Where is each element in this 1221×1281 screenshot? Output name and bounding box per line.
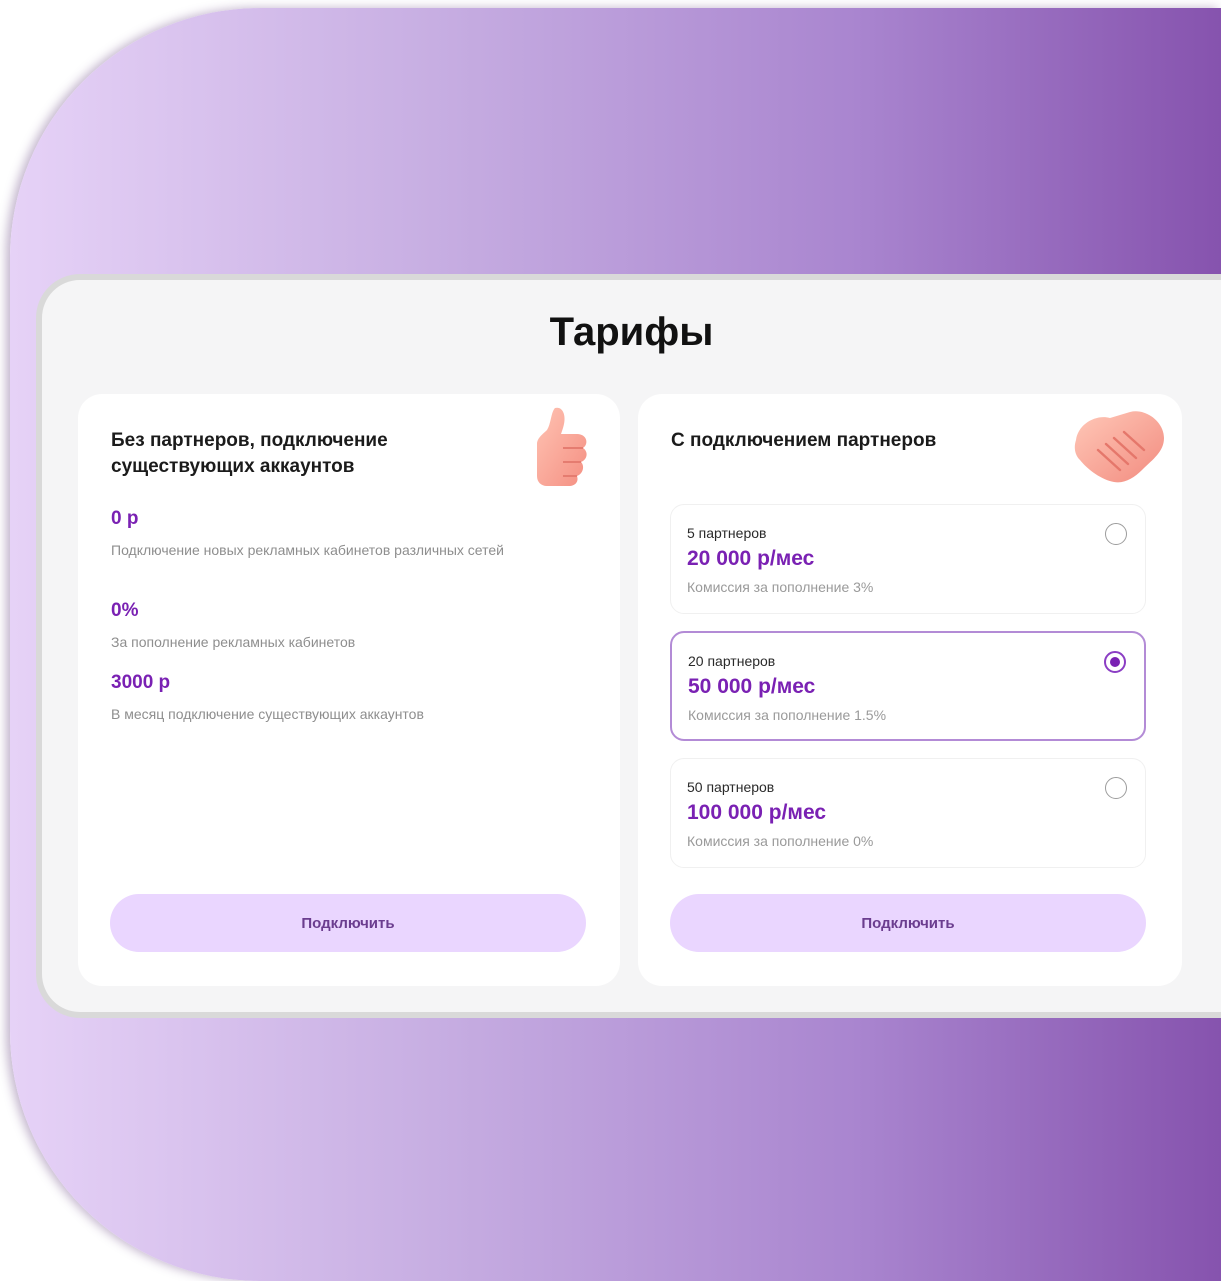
handshake-icon: [1074, 411, 1164, 483]
option-price: 50 000 р/мес: [688, 675, 816, 698]
stat-desc-topup-fee: За пополнение рекламных кабинетов: [111, 634, 356, 650]
option-20-partners[interactable]: 20 партнеров 50 000 р/мес Комиссия за по…: [670, 631, 1146, 741]
radio-50-partners[interactable]: [1105, 777, 1127, 799]
option-price: 100 000 р/мес: [687, 801, 827, 824]
screen: Тарифы Без партнеров, подключение сущест…: [42, 280, 1221, 1012]
option-fee: Комиссия за пополнение 3%: [687, 579, 874, 595]
option-5-partners[interactable]: 5 партнеров 20 000 р/мес Комиссия за поп…: [670, 504, 1146, 614]
stat-value-monthly: 3000 р: [111, 672, 171, 693]
connect-button-with-partners[interactable]: Подключить: [670, 894, 1146, 952]
option-price: 20 000 р/мес: [687, 547, 815, 570]
thumbs-up-icon: [537, 407, 587, 486]
connect-button-no-partners[interactable]: Подключить: [110, 894, 586, 952]
plan-heading: Без партнеров, подключение существующих …: [111, 430, 388, 477]
option-fee: Комиссия за пополнение 0%: [687, 833, 874, 849]
option-name: 50 партнеров: [687, 779, 775, 795]
radio-5-partners[interactable]: [1105, 523, 1127, 545]
option-fee: Комиссия за пополнение 1.5%: [688, 707, 887, 723]
stat-desc-monthly: В месяц подключение существующих аккаунт…: [111, 706, 424, 722]
stat-desc-new-cabinets: Подключение новых рекламных кабинетов ра…: [111, 542, 504, 558]
plan-heading: С подключением партнеров: [671, 430, 937, 451]
option-name: 20 партнеров: [688, 653, 776, 669]
stat-value-new-cabinets: 0 р: [111, 508, 139, 529]
device-frame: Тарифы Без партнеров, подключение сущест…: [36, 274, 1221, 1018]
stat-value-topup-fee: 0%: [111, 600, 139, 621]
plan-card-with-partners: С подключением партнеров 5 партнеров 20 …: [638, 394, 1182, 986]
page-title: Тарифы: [549, 310, 714, 354]
option-name: 5 партнеров: [687, 525, 767, 541]
radio-20-partners[interactable]: [1104, 651, 1126, 673]
plan-card-no-partners: Без партнеров, подключение существующих …: [78, 394, 620, 986]
option-50-partners[interactable]: 50 партнеров 100 000 р/мес Комиссия за п…: [670, 758, 1146, 868]
